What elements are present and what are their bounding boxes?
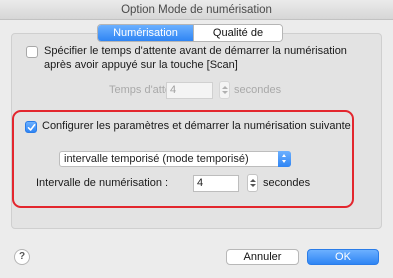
wait-time-unit: secondes (234, 84, 282, 96)
tab-qualite-image[interactable]: Qualité de l'image (193, 25, 282, 41)
highlight-frame (12, 110, 354, 208)
help-button[interactable]: ? (14, 249, 30, 265)
tab-numerisation[interactable]: Numérisation (98, 25, 193, 41)
wait-time-label-line1: Spécifier le temps d'attente avant de dé… (44, 45, 347, 57)
cancel-button[interactable]: Annuler (226, 249, 299, 265)
ok-button[interactable]: OK (307, 249, 379, 265)
tab-bar: Numérisation Qualité de l'image (97, 24, 283, 42)
window-title: Option Mode de numérisation (0, 0, 393, 20)
wait-time-checkbox[interactable] (26, 46, 38, 58)
wait-time-stepper[interactable] (219, 81, 230, 99)
wait-time-label-line2: après avoir appuyé sur la touche [Scan] (44, 59, 238, 71)
wait-time-input[interactable]: 4 (166, 82, 213, 99)
